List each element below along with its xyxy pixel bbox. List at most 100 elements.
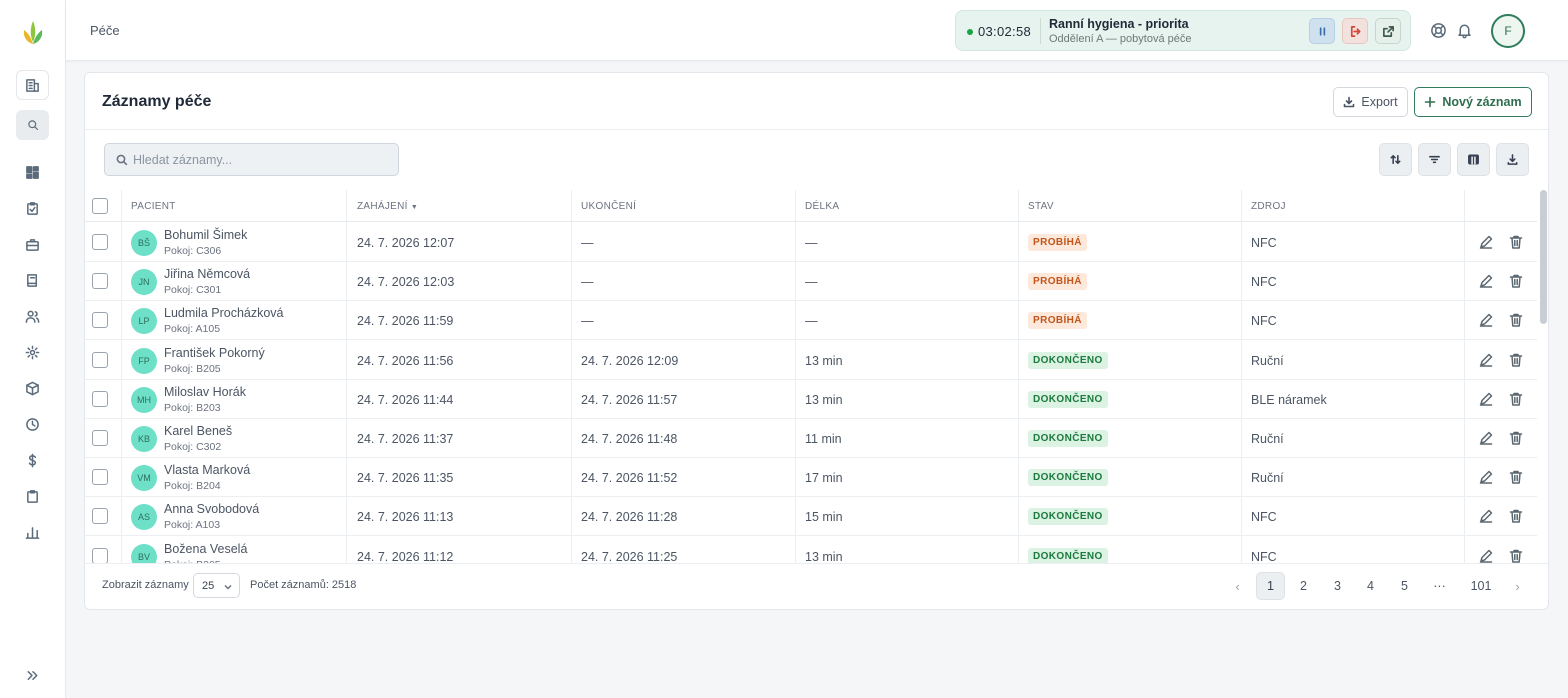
header-start[interactable]: ZAHÁJENÍ ▼ xyxy=(357,201,418,212)
patient-room: Pokoj: A105 xyxy=(164,323,221,336)
patient-name[interactable]: Vlasta Marková xyxy=(164,463,250,477)
table-row[interactable]: AS Anna Svobodová Pokoj: A103 24. 7. 2026 1… xyxy=(85,497,1537,537)
record-count: Počet záznamů: 2518 xyxy=(250,579,357,591)
table-row[interactable]: FP František Pokorný Pokoj: B205 24. 7. 202… xyxy=(85,341,1537,380)
page-size-select[interactable]: 25 xyxy=(193,573,240,598)
filter-button[interactable] xyxy=(1418,143,1451,176)
delete-button[interactable] xyxy=(1508,548,1524,563)
sidebar-item-building[interactable] xyxy=(16,70,49,100)
table-row[interactable]: VM Vlasta Marková Pokoj: B204 24. 7. 2026 1… xyxy=(85,458,1537,498)
delete-button[interactable] xyxy=(1508,234,1524,250)
sidebar-item-reports[interactable] xyxy=(16,517,49,547)
sidebar-item-briefcase[interactable] xyxy=(16,229,49,259)
row-checkbox[interactable] xyxy=(92,390,108,407)
delete-button[interactable] xyxy=(1508,352,1524,368)
edit-button[interactable] xyxy=(1478,352,1494,368)
sidebar-item-box[interactable] xyxy=(16,373,49,403)
row-checkbox[interactable] xyxy=(92,273,108,290)
logo-icon xyxy=(23,21,43,44)
patient-name[interactable]: Bohumil Šimek xyxy=(164,228,247,242)
header-end[interactable]: UKONČENÍ xyxy=(581,201,636,212)
sidebar-item-users[interactable] xyxy=(16,301,49,331)
end-time: 24. 7. 2026 11:48 xyxy=(581,432,678,446)
sort-button[interactable] xyxy=(1379,143,1412,176)
sidebar-item-book[interactable] xyxy=(16,265,49,295)
row-checkbox[interactable] xyxy=(92,234,108,250)
table-row[interactable]: BVBožena VeseláPokoj: B20524. 7. 2026 11… xyxy=(85,537,1537,563)
columns-button[interactable] xyxy=(1457,143,1490,176)
patient-name[interactable]: Jiřina Němcová xyxy=(164,267,250,281)
header-status[interactable]: STAV xyxy=(1028,201,1054,212)
row-checkbox[interactable] xyxy=(92,312,108,329)
delete-button[interactable] xyxy=(1508,508,1524,524)
notifications-button[interactable] xyxy=(1456,22,1473,39)
delete-button[interactable] xyxy=(1508,469,1524,485)
table-row[interactable]: JN Jiřina Němcová Pokoj: C301 24. 7. 2026 1… xyxy=(85,262,1537,302)
patient-name[interactable]: František Pokorný xyxy=(164,346,265,360)
header-duration[interactable]: DÉLKA xyxy=(805,201,839,212)
next-page-button[interactable]: › xyxy=(1503,572,1532,600)
row-checkbox[interactable] xyxy=(92,430,108,446)
table-row[interactable]: LP Ludmila Procházková Pokoj: A105 24. 7. 2… xyxy=(85,301,1537,341)
download-button[interactable] xyxy=(1496,143,1529,176)
sidebar-item-history[interactable] xyxy=(16,409,49,439)
search-input[interactable] xyxy=(133,144,393,175)
patient-name[interactable]: Ludmila Procházková xyxy=(164,306,284,320)
select-all-checkbox[interactable] xyxy=(92,198,108,214)
patient-name[interactable]: Božena Veselá xyxy=(164,542,247,556)
start-time: 24. 7. 2026 11:44 xyxy=(357,392,454,407)
delete-button[interactable] xyxy=(1508,430,1524,446)
page-button[interactable]: 2 xyxy=(1289,572,1318,600)
start-time: 24. 7. 2026 11:13 xyxy=(357,510,454,525)
page-button[interactable]: 1 xyxy=(1256,572,1285,600)
table-row[interactable]: BŠ Bohumil Šimek Pokoj: C306 24. 7. 2026 12… xyxy=(85,223,1537,262)
edit-button[interactable] xyxy=(1478,508,1494,524)
edit-button[interactable] xyxy=(1478,548,1494,563)
search-field[interactable] xyxy=(104,143,399,176)
new-record-button[interactable]: Nový záznam xyxy=(1414,87,1532,117)
prev-page-button[interactable]: ‹ xyxy=(1223,572,1252,600)
row-checkbox[interactable] xyxy=(92,508,108,525)
patient-name[interactable]: Karel Beneš xyxy=(164,424,232,438)
page-button[interactable]: 4 xyxy=(1356,572,1385,600)
delete-button[interactable] xyxy=(1508,391,1524,407)
header-patient[interactable]: PACIENT xyxy=(131,201,176,212)
breadcrumb[interactable]: Péče xyxy=(90,23,120,38)
page-button[interactable]: 101 xyxy=(1463,572,1499,600)
dashboard-icon xyxy=(26,165,39,179)
page-button[interactable]: 5 xyxy=(1390,572,1419,600)
sidebar-search[interactable] xyxy=(16,110,49,140)
row-checkbox[interactable] xyxy=(92,351,108,368)
end-time: — xyxy=(581,236,594,250)
sidebar-item-dashboard[interactable] xyxy=(16,157,49,187)
row-checkbox[interactable] xyxy=(92,469,108,486)
edit-button[interactable] xyxy=(1478,312,1494,328)
edit-button[interactable] xyxy=(1478,430,1494,446)
row-checkbox[interactable] xyxy=(92,547,108,563)
sidebar-item-clipboard[interactable] xyxy=(16,481,49,511)
records-table: PACIENT ZAHÁJENÍ ▼ UKONČENÍ DÉLKA STAV Z… xyxy=(85,190,1548,563)
patient-name[interactable]: Miloslav Horák xyxy=(164,385,246,399)
edit-button[interactable] xyxy=(1478,469,1494,485)
pause-button[interactable] xyxy=(1309,18,1335,44)
sidebar-item-billing[interactable] xyxy=(16,445,49,475)
edit-button[interactable] xyxy=(1478,391,1494,407)
sidebar-item-settings[interactable] xyxy=(16,337,49,367)
page-button[interactable]: 3 xyxy=(1323,572,1352,600)
user-avatar[interactable]: F xyxy=(1491,14,1525,48)
table-row[interactable]: KB Karel Beneš Pokoj: C302 24. 7. 2026 11:3… xyxy=(85,419,1537,458)
delete-button[interactable] xyxy=(1508,312,1524,328)
patient-name[interactable]: Anna Svobodová xyxy=(164,502,259,516)
header-source[interactable]: ZDROJ xyxy=(1251,201,1286,212)
open-external-button[interactable] xyxy=(1375,18,1401,44)
delete-button[interactable] xyxy=(1508,273,1524,289)
edit-button[interactable] xyxy=(1478,234,1494,250)
end-task-button[interactable] xyxy=(1342,18,1368,44)
sidebar-item-tasks[interactable] xyxy=(16,193,49,223)
table-scrollbar[interactable] xyxy=(1540,190,1547,324)
edit-button[interactable] xyxy=(1478,273,1494,289)
table-row[interactable]: MH Miloslav Horák Pokoj: B203 24. 7. 2026 1… xyxy=(85,380,1537,419)
help-button[interactable] xyxy=(1430,22,1447,39)
sidebar-expand-button[interactable] xyxy=(16,660,49,690)
export-button[interactable]: Export xyxy=(1333,87,1408,117)
